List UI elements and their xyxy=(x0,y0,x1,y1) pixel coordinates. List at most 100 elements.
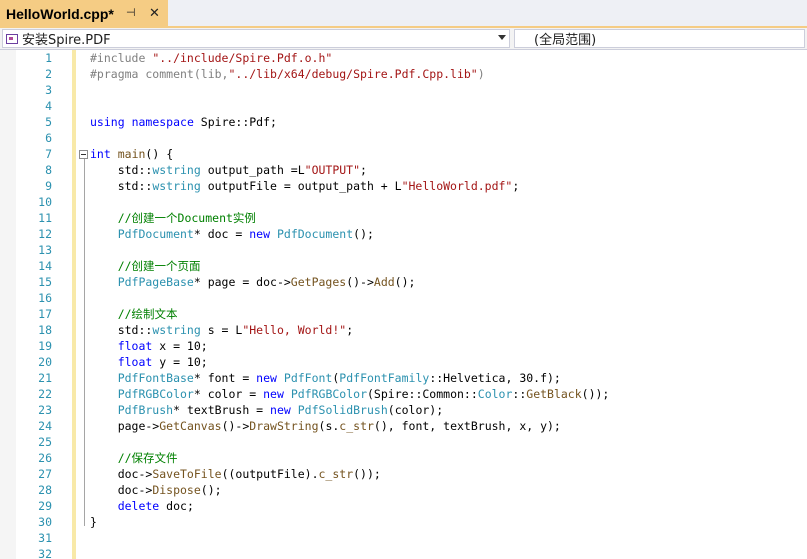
code-line[interactable]: std::wstring output_path =L"OUTPUT"; xyxy=(90,162,609,178)
close-icon[interactable]: ✕ xyxy=(149,5,160,21)
code-line[interactable]: float x = 10; xyxy=(90,338,609,354)
code-token: ) xyxy=(477,67,485,81)
code-token: float xyxy=(90,339,153,353)
code-token: PdfSolidBrush xyxy=(297,403,388,417)
code-token: (), font, textBrush, x, y); xyxy=(373,419,561,433)
line-number: 22 xyxy=(38,387,52,401)
document-tab-strip: HelloWorld.cpp* ⊣ ✕ xyxy=(0,0,807,28)
code-line[interactable]: std::wstring outputFile = output_path + … xyxy=(90,178,609,194)
line-number: 14 xyxy=(38,259,52,273)
code-line[interactable]: PdfDocument* doc = new PdfDocument(); xyxy=(90,226,609,242)
code-token: y = 10; xyxy=(152,355,208,369)
code-line[interactable]: PdfRGBColor* color = new PdfRGBColor(Spi… xyxy=(90,386,610,402)
code-token: new xyxy=(263,387,284,401)
member-dropdown[interactable]: (全局范围) xyxy=(514,29,805,48)
code-token: c_str xyxy=(339,419,374,433)
line-number: 4 xyxy=(45,99,52,113)
code-token: SaveToFile xyxy=(152,467,222,481)
code-line[interactable]: int main() { xyxy=(90,146,609,162)
code-token: "OUTPUT" xyxy=(304,163,361,177)
code-line[interactable] xyxy=(90,130,609,146)
code-line[interactable] xyxy=(90,82,609,98)
code-token: GetBlack xyxy=(526,387,582,401)
code-line[interactable] xyxy=(90,434,609,450)
code-token: :: xyxy=(512,387,527,401)
code-token: ()-> xyxy=(346,275,374,289)
code-line[interactable]: using namespace Spire::Pdf; xyxy=(90,114,609,130)
code-token: PdfFontFamily xyxy=(339,371,430,385)
code-line[interactable]: } xyxy=(90,514,609,530)
code-line[interactable]: std::wstring s = L"Hello, World!"; xyxy=(90,322,609,338)
code-token: outputFile = output_path + L xyxy=(200,179,402,193)
code-line[interactable]: PdfFontBase* font = new PdfFont(PdfFontF… xyxy=(90,370,609,386)
code-token: wstring xyxy=(152,163,201,177)
line-number: 8 xyxy=(45,163,52,177)
code-token: PdfFontBase xyxy=(90,371,194,385)
code-token: ()-> xyxy=(221,419,250,433)
scope-dropdown[interactable]: 安装Spire.PDF xyxy=(2,29,510,48)
code-token: doc-> xyxy=(90,483,153,497)
code-token: "../include/Spire.Pdf.o.h" xyxy=(152,51,333,65)
code-token: delete xyxy=(90,499,160,513)
code-line[interactable] xyxy=(90,98,609,114)
code-area[interactable]: #include "../include/Spire.Pdf.o.h" #prag… xyxy=(90,50,609,559)
code-token: * color = xyxy=(193,387,264,401)
code-line[interactable]: PdfPageBase* page = doc->GetPages()->Add… xyxy=(90,274,609,290)
code-token: (); xyxy=(394,275,416,289)
line-number-gutter: 1 2 3 4 5 6 7 8 9 10 11 12 13 14 15 16 17 18 19 20 21 22 23 24 2… xyxy=(16,50,54,559)
code-token: std:: xyxy=(90,323,153,337)
line-number: 26 xyxy=(38,451,52,465)
code-token: (Spire::Common:: xyxy=(367,387,478,401)
chevron-down-icon[interactable] xyxy=(498,35,506,40)
line-number: 17 xyxy=(38,307,52,321)
code-line[interactable] xyxy=(90,290,609,306)
code-line[interactable]: doc->SaveToFile((outputFile).c_str()); xyxy=(90,466,609,482)
line-number: 18 xyxy=(38,323,52,337)
code-line[interactable]: float y = 10; xyxy=(90,354,609,370)
line-number: 24 xyxy=(38,419,52,433)
code-token: //保存文件 xyxy=(90,451,178,465)
code-token: (s. xyxy=(318,419,340,433)
code-token: float xyxy=(90,355,153,369)
code-line[interactable]: //创建一个页面 xyxy=(90,258,609,274)
line-number: 3 xyxy=(45,83,52,97)
line-number: 21 xyxy=(38,371,52,385)
code-token: c_str xyxy=(318,467,354,481)
code-line[interactable]: #include "../include/Spire.Pdf.o.h" xyxy=(90,50,609,66)
code-line[interactable]: //绘制文本 xyxy=(90,306,609,322)
code-line[interactable] xyxy=(90,242,609,258)
line-number: 2 xyxy=(45,67,52,81)
code-token: doc-> xyxy=(90,467,153,481)
code-token: PdfFont xyxy=(283,371,333,385)
code-token: GetCanvas xyxy=(159,419,222,433)
code-token: * font = xyxy=(193,371,257,385)
code-token: namespace xyxy=(131,115,194,129)
code-token: //创建一个Document实例 xyxy=(90,211,256,225)
code-line[interactable]: PdfBrush* textBrush = new PdfSolidBrush(… xyxy=(90,402,609,418)
code-line[interactable] xyxy=(90,546,609,559)
code-line[interactable]: //创建一个Document实例 xyxy=(90,210,609,226)
code-token: output_path =L xyxy=(200,163,305,177)
tab-helloworld-cpp[interactable]: HelloWorld.cpp* ⊣ ✕ xyxy=(0,0,168,28)
code-line[interactable] xyxy=(90,194,609,210)
code-editor[interactable]: 1 2 3 4 5 6 7 8 9 10 11 12 13 14 15 16 17 18 19 20 21 22 23 24 2… xyxy=(0,50,807,559)
collapse-main-icon[interactable] xyxy=(79,150,88,159)
pin-icon[interactable]: ⊣ xyxy=(126,6,136,19)
line-number: 11 xyxy=(38,211,52,225)
line-number: 29 xyxy=(38,499,52,513)
code-token: int xyxy=(90,147,111,161)
code-line[interactable]: doc->Dispose(); xyxy=(90,482,609,498)
code-line[interactable]: //保存文件 xyxy=(90,450,609,466)
code-line[interactable]: page->GetCanvas()->DrawString(s.c_str(),… xyxy=(90,418,609,434)
code-line[interactable]: delete doc; xyxy=(90,498,609,514)
line-number: 12 xyxy=(38,227,52,241)
code-token: PdfRGBColor xyxy=(290,387,367,401)
code-token: PdfRGBColor xyxy=(90,387,194,401)
indicator-margin xyxy=(0,50,16,559)
code-line[interactable]: #pragma comment(lib,"../lib/x64/debug/Sp… xyxy=(90,66,609,82)
line-number: 31 xyxy=(38,531,52,545)
code-line[interactable] xyxy=(90,530,609,546)
